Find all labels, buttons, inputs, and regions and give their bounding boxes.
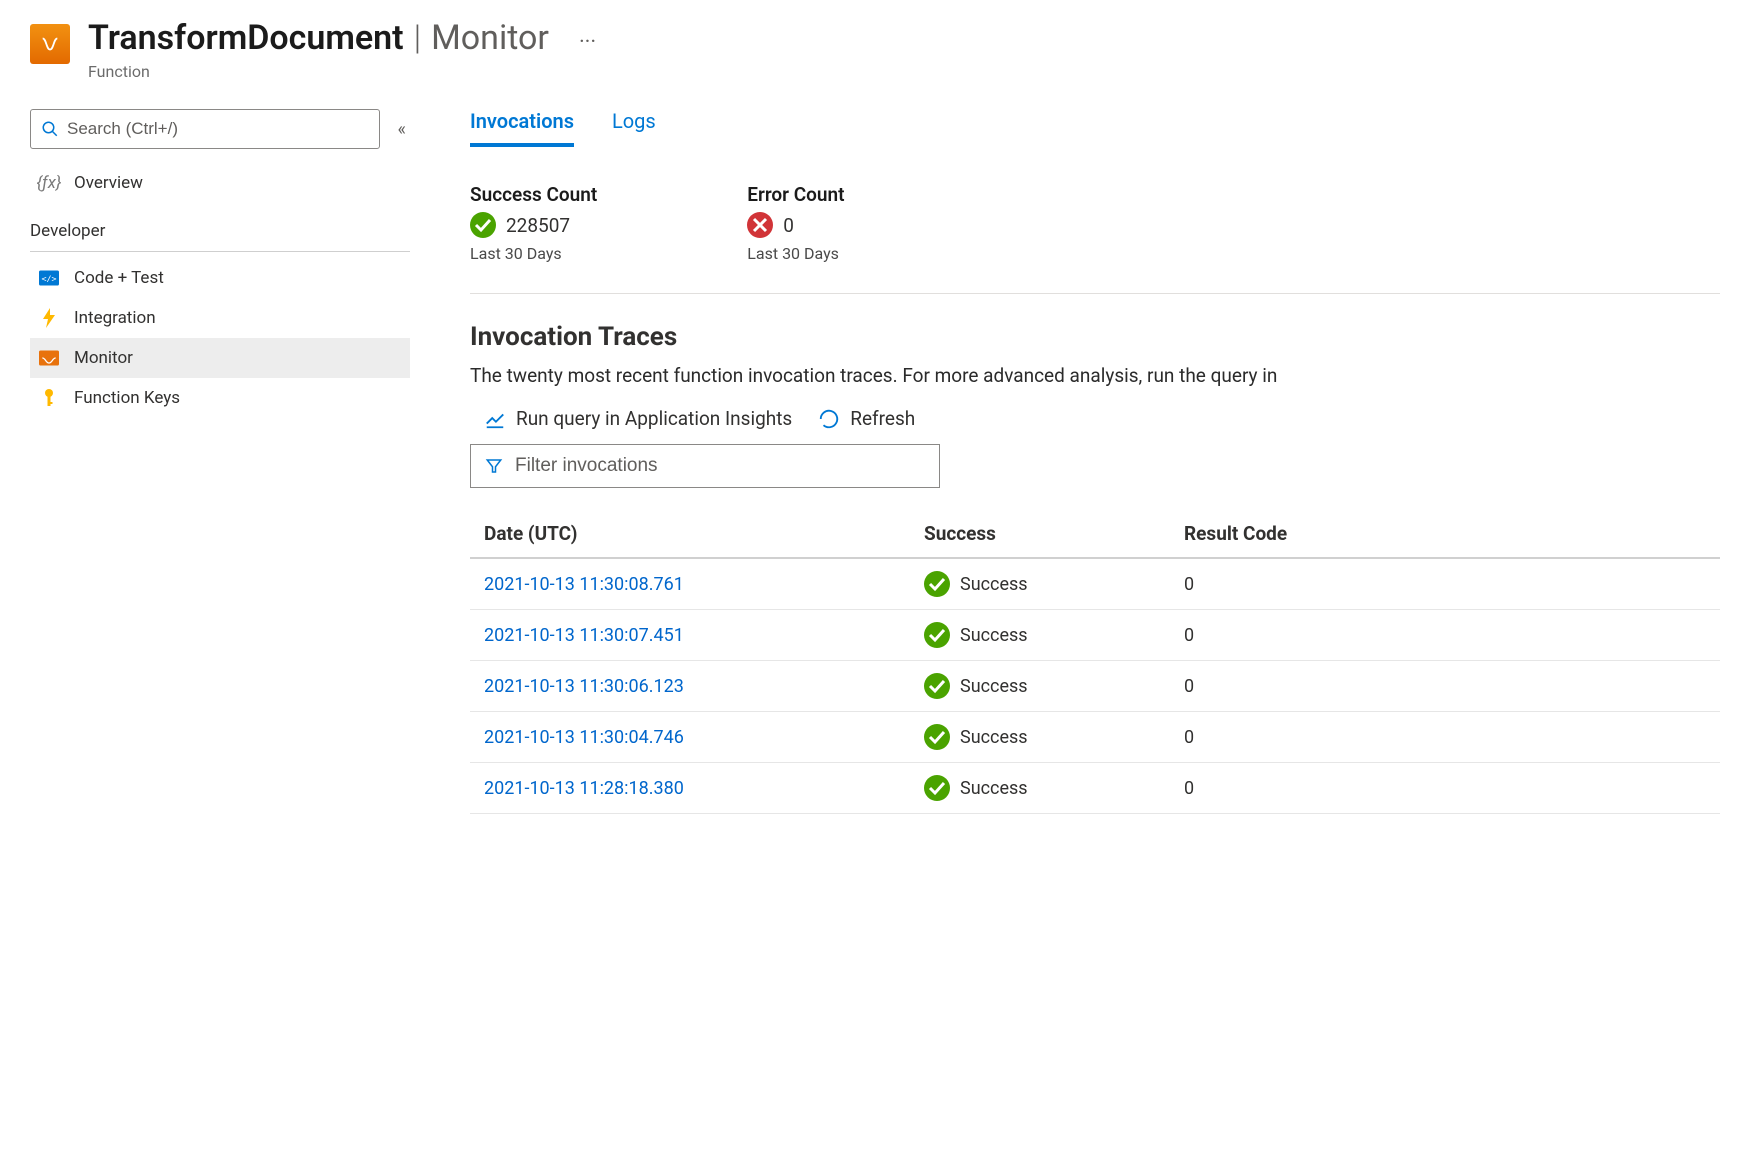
table-row: 2021-10-13 11:30:07.451 Success 0 (470, 610, 1720, 661)
invocation-success-cell: Success (924, 775, 1184, 801)
table-row: 2021-10-13 11:30:08.761 Success 0 (470, 559, 1720, 610)
traces-title: Invocation Traces (470, 322, 1720, 352)
title-separator: | (414, 18, 422, 58)
success-icon (924, 673, 950, 699)
sidebar-item-label: Overview (74, 173, 143, 193)
sidebar: « {ƒx} Overview Developer </> Code + Tes… (30, 109, 430, 1132)
bolt-icon (38, 308, 60, 328)
table-row: 2021-10-13 11:28:18.380 Success 0 (470, 763, 1720, 814)
invocation-date-link[interactable]: 2021-10-13 11:30:07.451 (484, 625, 924, 646)
run-query-link[interactable]: Run query in Application Insights (484, 407, 792, 430)
table-row: 2021-10-13 11:30:04.746 Success 0 (470, 712, 1720, 763)
success-icon (924, 571, 950, 597)
success-icon (924, 622, 950, 648)
tab-logs[interactable]: Logs (612, 109, 656, 147)
invocation-success-cell: Success (924, 673, 1184, 699)
fx-icon: {ƒx} (38, 173, 60, 193)
invocations-table: Date (UTC) Success Result Code 2021-10-1… (470, 510, 1720, 814)
svg-text:</>: </> (41, 273, 56, 283)
traces-description: The twenty most recent function invocati… (470, 364, 1720, 387)
success-icon (924, 775, 950, 801)
tabs: Invocations Logs (470, 109, 1720, 147)
main-content: Invocations Logs Success Count 228507 La… (430, 109, 1720, 1132)
sidebar-item-label: Integration (74, 308, 156, 328)
sidebar-item-monitor[interactable]: Monitor (30, 338, 410, 378)
function-app-icon (30, 24, 70, 64)
invocation-date-link[interactable]: 2021-10-13 11:28:18.380 (484, 778, 924, 799)
success-text: Success (960, 778, 1028, 799)
sidebar-search[interactable] (30, 109, 380, 149)
error-count-caption: Last 30 Days (747, 244, 844, 263)
page-subtitle: Function (88, 62, 1720, 81)
success-text: Success (960, 625, 1028, 646)
sidebar-item-integration[interactable]: Integration (30, 298, 410, 338)
error-count-value: 0 (783, 214, 794, 237)
collapse-sidebar-button[interactable]: « (394, 115, 410, 144)
page-section: Monitor (431, 18, 549, 58)
success-text: Success (960, 574, 1028, 595)
success-count-label: Success Count (470, 183, 597, 206)
filter-input[interactable] (515, 455, 925, 477)
invocation-success-cell: Success (924, 571, 1184, 597)
success-count-caption: Last 30 Days (470, 244, 597, 263)
success-text: Success (960, 676, 1028, 697)
chart-icon (484, 408, 506, 430)
refresh-icon (818, 408, 840, 430)
success-count-block: Success Count 228507 Last 30 Days (470, 183, 597, 263)
invocation-result-code: 0 (1184, 574, 1706, 595)
invocation-result-code: 0 (1184, 625, 1706, 646)
page-title: TransformDocument (88, 18, 404, 58)
sidebar-item-overview[interactable]: {ƒx} Overview (30, 163, 410, 203)
more-actions-button[interactable]: ··· (559, 30, 596, 55)
search-icon (41, 120, 59, 138)
invocation-date-link[interactable]: 2021-10-13 11:30:08.761 (484, 574, 924, 595)
error-count-block: Error Count 0 Last 30 Days (747, 183, 844, 263)
success-count-value: 228507 (506, 214, 570, 237)
invocation-date-link[interactable]: 2021-10-13 11:30:04.746 (484, 727, 924, 748)
filter-invocations[interactable] (470, 444, 940, 488)
table-row: 2021-10-13 11:30:06.123 Success 0 (470, 661, 1720, 712)
tab-invocations[interactable]: Invocations (470, 109, 574, 147)
error-badge-icon (747, 212, 773, 238)
invocation-result-code: 0 (1184, 778, 1706, 799)
col-date[interactable]: Date (UTC) (484, 522, 924, 545)
search-input[interactable] (67, 119, 369, 139)
sidebar-item-code-test[interactable]: </> Code + Test (30, 258, 410, 298)
monitor-icon (38, 350, 60, 366)
run-query-label: Run query in Application Insights (516, 407, 792, 430)
error-count-label: Error Count (747, 183, 844, 206)
invocation-success-cell: Success (924, 724, 1184, 750)
success-badge-icon (470, 212, 496, 238)
col-result[interactable]: Result Code (1184, 522, 1706, 545)
sidebar-section-developer: Developer (30, 203, 410, 252)
filter-icon (485, 457, 503, 475)
invocation-result-code: 0 (1184, 676, 1706, 697)
success-icon (924, 724, 950, 750)
sidebar-item-label: Monitor (74, 348, 133, 368)
invocation-success-cell: Success (924, 622, 1184, 648)
invocation-date-link[interactable]: 2021-10-13 11:30:06.123 (484, 676, 924, 697)
key-icon (38, 388, 60, 408)
success-text: Success (960, 727, 1028, 748)
sidebar-item-function-keys[interactable]: Function Keys (30, 378, 410, 418)
invocation-result-code: 0 (1184, 727, 1706, 748)
refresh-button[interactable]: Refresh (818, 407, 915, 430)
col-success[interactable]: Success (924, 522, 1184, 545)
sidebar-item-label: Code + Test (74, 268, 164, 288)
sidebar-item-label: Function Keys (74, 388, 180, 408)
refresh-label: Refresh (850, 407, 915, 430)
code-icon: </> (38, 270, 60, 286)
